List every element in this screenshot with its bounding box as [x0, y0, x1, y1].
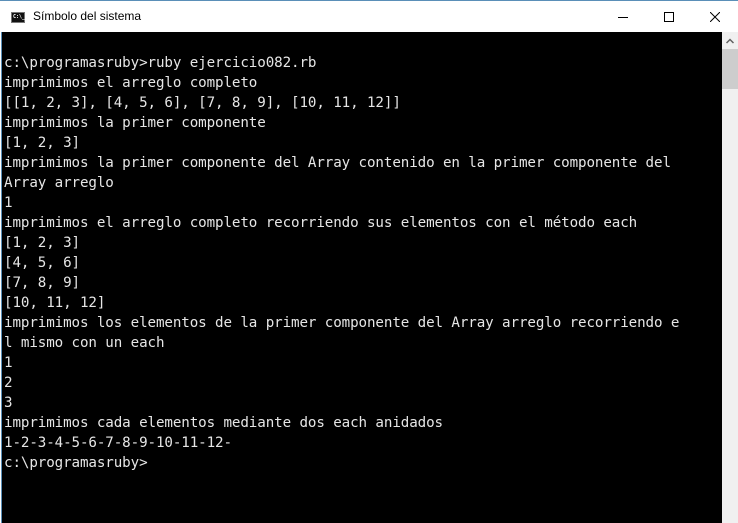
- console-text: c:\programasruby>ruby ejercicio082.rb imp…: [4, 53, 679, 473]
- console-line: 2: [4, 375, 13, 391]
- console-line: Array arreglo: [4, 175, 114, 191]
- chevron-up-icon: [726, 37, 734, 44]
- console-output-area[interactable]: c:\programasruby>ruby ejercicio082.rb imp…: [1, 32, 722, 523]
- console-line: 3: [4, 395, 13, 411]
- console-line: c:\programasruby>: [4, 455, 148, 471]
- console-line: imprimimos el arreglo completo: [4, 75, 258, 91]
- console-line: 1: [4, 195, 13, 211]
- console-line: [1, 2, 3]: [4, 135, 80, 151]
- title-bar[interactable]: C:\_ Símbolo del sistema: [0, 2, 738, 32]
- console-line: 1-2-3-4-5-6-7-8-9-10-11-12-: [4, 435, 232, 451]
- console-line: [[1, 2, 3], [4, 5, 6], [7, 8, 9], [10, 1…: [4, 95, 401, 111]
- maximize-button[interactable]: [646, 2, 692, 32]
- console-line: [10, 11, 12]: [4, 295, 106, 311]
- window-title: Símbolo del sistema: [33, 9, 142, 23]
- console-line: imprimimos el arreglo completo recorrien…: [4, 215, 638, 231]
- console-line: imprimimos cada elementos mediante dos e…: [4, 415, 443, 431]
- console-line: [1, 2, 3]: [4, 235, 80, 251]
- console-line: l mismo con un each: [4, 335, 165, 351]
- console-line: imprimimos la primer componente: [4, 115, 266, 131]
- command-prompt-icon[interactable]: C:\_: [11, 12, 25, 23]
- console-line: [4, 5, 6]: [4, 255, 80, 271]
- console-line: [7, 8, 9]: [4, 275, 80, 291]
- console-line: 1: [4, 355, 13, 371]
- minimize-button[interactable]: [600, 2, 646, 32]
- console-window: C:\_ Símbolo del sistema c:\programasrub…: [0, 0, 738, 523]
- console-line: c:\programasruby>ruby ejercicio082.rb: [4, 55, 317, 71]
- minimize-icon: [618, 17, 628, 18]
- scroll-up-button[interactable]: [722, 32, 738, 49]
- vertical-scrollbar[interactable]: [722, 32, 738, 523]
- close-button[interactable]: [692, 2, 738, 32]
- maximize-icon: [664, 12, 674, 22]
- scroll-thumb[interactable]: [722, 49, 738, 89]
- console-line: imprimimos la primer componente del Arra…: [4, 155, 671, 171]
- app-icon-glyph: C:\_: [13, 14, 26, 20]
- console-line: imprimimos los elementos de la primer co…: [4, 315, 680, 331]
- close-icon: [710, 12, 720, 22]
